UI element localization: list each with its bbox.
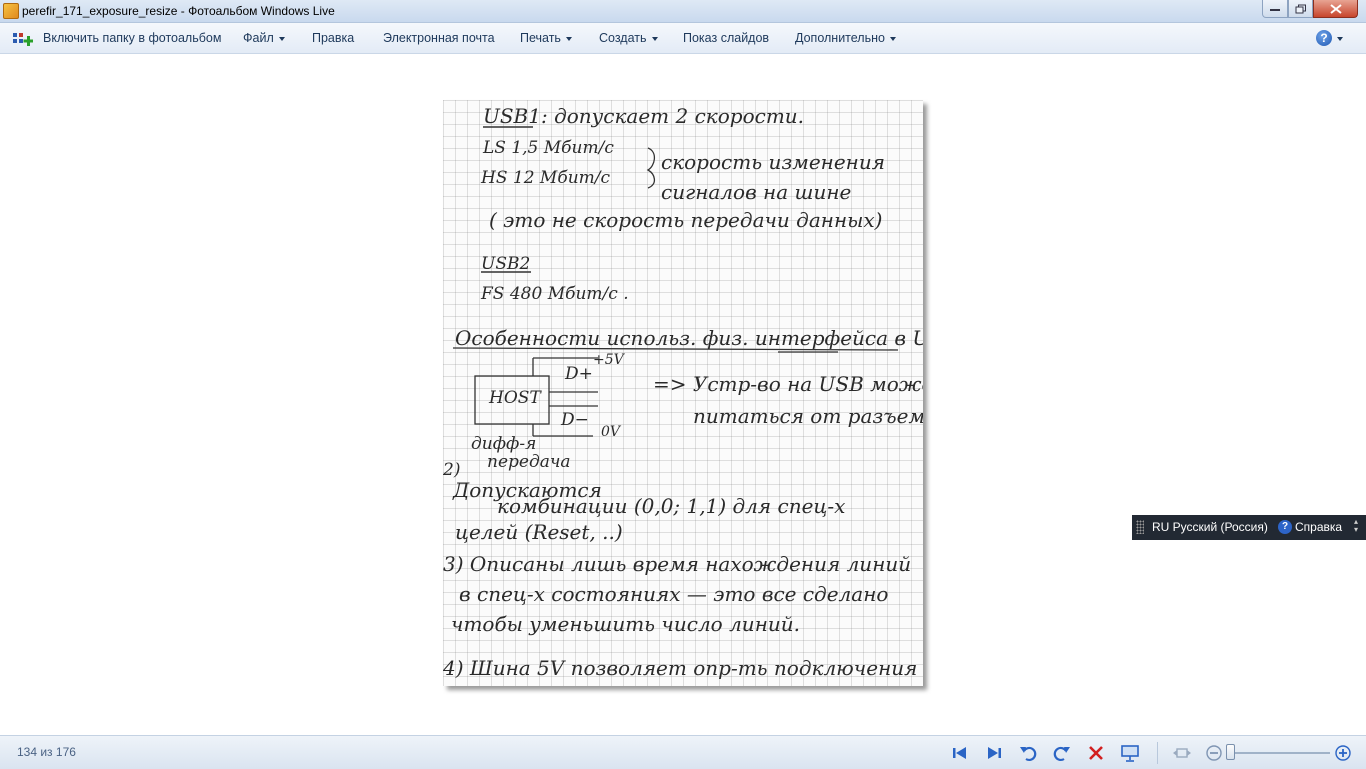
close-icon (1329, 3, 1342, 14)
note-line: D− (561, 410, 589, 430)
maximize-button[interactable] (1288, 0, 1313, 18)
note-line: FS 480 Мбит/с . (481, 284, 629, 304)
note-line: 4) Шина 5V позволяет опр-ть подключения (443, 656, 918, 680)
note-line: 3) Описаны лишь время нахождения линий (443, 552, 912, 576)
zoom-slider-track[interactable] (1226, 752, 1330, 754)
zoom-slider-thumb[interactable] (1226, 744, 1235, 760)
menu-more[interactable]: Дополнительно (795, 31, 896, 45)
note-line: USB1: допускает 2 скорости. (483, 104, 805, 128)
help-dropdown-icon[interactable] (1337, 37, 1343, 41)
menu-file[interactable]: Файл (243, 31, 285, 45)
note-line: скорость изменения (661, 150, 885, 174)
rotate-left-icon[interactable] (1018, 743, 1038, 763)
note-line: ( это не скорость передачи данных) (489, 208, 883, 232)
langbar-help[interactable]: Справка (1295, 520, 1342, 534)
chevron-down-icon (565, 36, 572, 41)
minimize-button[interactable] (1262, 0, 1288, 18)
menu-print-label: Печать (520, 31, 561, 45)
window-title: perefir_171_exposure_resize - Фотоальбом… (22, 4, 335, 18)
photo-counter: 134 из 176 (17, 745, 76, 759)
zoom-out-icon[interactable] (1204, 743, 1224, 763)
note-line: USB2 (481, 254, 531, 274)
next-icon[interactable] (984, 743, 1004, 763)
menu-include-folder[interactable]: Включить папку в фотоальбом (43, 31, 221, 45)
note-line: HS 12 Мбит/с (481, 168, 611, 188)
menu-print[interactable]: Печать (520, 31, 572, 45)
menu-bar: Включить папку в фотоальбом Файл Правка … (0, 23, 1366, 54)
chevron-down-icon (651, 36, 658, 41)
chevron-down-icon (278, 36, 285, 41)
note-line: 2) (443, 460, 461, 480)
langbar-options-icon[interactable]: ▴ ▾ (1354, 518, 1358, 534)
app-icon (3, 3, 19, 19)
note-line: передача (487, 452, 571, 472)
note-line: 0V (601, 424, 621, 440)
note-line: D+ (565, 364, 593, 384)
status-bar: 134 из 176 (0, 735, 1366, 769)
note-line: => Устр-во на USB может (653, 372, 923, 396)
slideshow-icon[interactable] (1120, 743, 1140, 763)
note-line: сигналов на шине (661, 180, 852, 204)
help-icon[interactable]: ? (1278, 520, 1292, 534)
include-folder-icon[interactable] (13, 31, 33, 47)
note-line: LS 1,5 Мбит/с (483, 138, 614, 158)
note-line: +5V (593, 352, 624, 368)
note-line: HOST (489, 388, 541, 408)
note-line: комбинации (0,0; 1,1) для спец-х (497, 494, 846, 518)
menu-edit[interactable]: Правка (312, 31, 354, 45)
menu-more-label: Дополнительно (795, 31, 885, 45)
title-bar: perefir_171_exposure_resize - Фотоальбом… (0, 0, 1366, 23)
language-bar: RU Русский (Россия) ? Справка ▴ ▾ (1132, 515, 1366, 540)
minimize-icon (1270, 8, 1280, 11)
zoom-in-icon[interactable] (1333, 743, 1353, 763)
toolbar-divider (1157, 742, 1158, 764)
language-indicator[interactable]: RU Русский (Россия) (1152, 520, 1268, 534)
actual-size-icon[interactable] (1172, 743, 1192, 763)
note-line: чтобы уменьшить число линий. (451, 612, 800, 636)
menu-create[interactable]: Создать (599, 31, 658, 45)
menu-create-label: Создать (599, 31, 647, 45)
note-line: в спец-х состояниях — это все сделано (459, 582, 889, 606)
close-button[interactable] (1313, 0, 1358, 18)
rotate-right-icon[interactable] (1052, 743, 1072, 763)
help-icon[interactable]: ? (1316, 30, 1332, 46)
menu-file-label: Файл (243, 31, 274, 45)
restore-icon (1295, 4, 1306, 13)
note-line: дифф-я (471, 434, 537, 454)
delete-icon[interactable] (1086, 743, 1106, 763)
chevron-down-icon (889, 36, 896, 41)
menu-email[interactable]: Электронная почта (383, 31, 495, 45)
menu-slideshow[interactable]: Показ слайдов (683, 31, 769, 45)
photo-viewer-image: USB1: допускает 2 скорости. LS 1,5 Мбит/… (443, 100, 923, 686)
note-line: питаться от разъема. (693, 404, 923, 428)
previous-icon[interactable] (950, 743, 970, 763)
note-line: Особенности использ. физ. интерфейса в U… (455, 326, 923, 350)
note-line: целей (Reset, ..) (455, 520, 623, 544)
langbar-grip-icon[interactable] (1136, 520, 1144, 534)
